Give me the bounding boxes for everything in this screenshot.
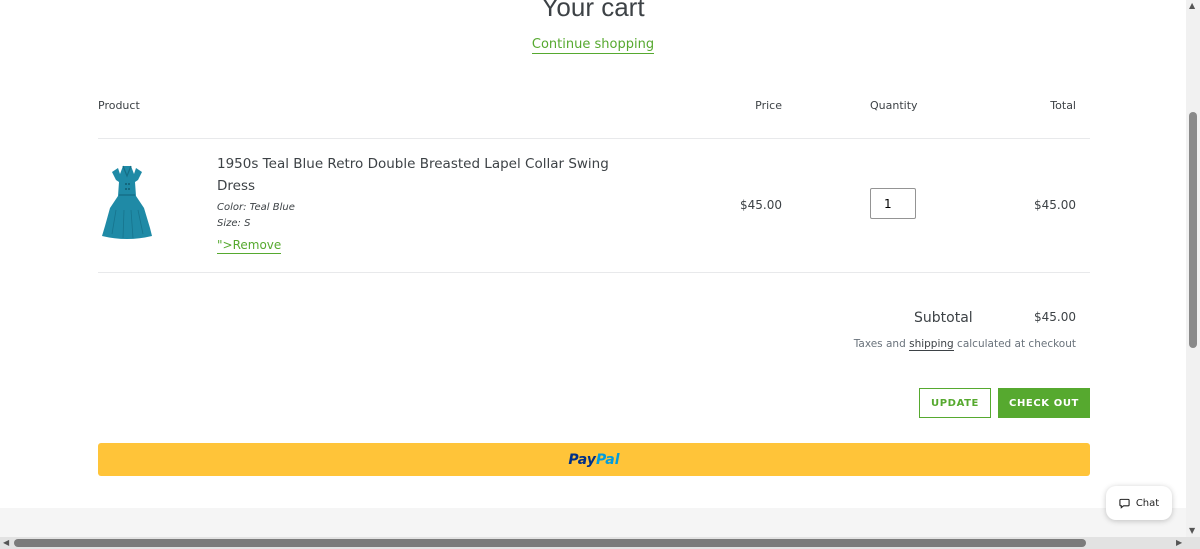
remove-link[interactable]: ">Remove <box>217 238 282 254</box>
item-total: $45.00 <box>1034 198 1076 212</box>
product-image[interactable] <box>98 162 156 242</box>
horizontal-scrollbar-thumb[interactable] <box>14 539 1086 547</box>
tax-note-after: calculated at checkout <box>953 338 1076 350</box>
item-price: $45.00 <box>740 198 782 212</box>
product-color: Color: Teal Blue <box>217 202 295 213</box>
update-button[interactable]: UPDATE <box>919 388 991 418</box>
scroll-down-arrow-icon[interactable]: ▼ <box>1189 525 1195 537</box>
vertical-scrollbar-thumb[interactable] <box>1189 112 1197 348</box>
header-total: Total <box>1050 99 1076 112</box>
paypal-button[interactable]: Pay Pal <box>98 443 1090 476</box>
tax-note-before: Taxes and <box>853 338 910 350</box>
tax-note: Taxes and shipping calculated at checkou… <box>853 338 1076 351</box>
product-size: Size: S <box>217 218 251 229</box>
table-divider-top <box>98 138 1090 139</box>
header-product: Product <box>98 99 140 112</box>
footer-strip <box>0 508 1186 537</box>
continue-shopping-container: Continue shopping <box>0 37 1186 54</box>
checkout-button[interactable]: CHECK OUT <box>998 388 1090 418</box>
scroll-up-arrow-icon[interactable]: ▲ <box>1189 0 1195 12</box>
subtotal-value: $45.00 <box>1034 310 1076 324</box>
page-title: Your cart <box>541 0 645 22</box>
chat-label: Chat <box>1135 497 1160 509</box>
scroll-right-arrow-icon[interactable]: ▶ <box>1176 537 1182 549</box>
paypal-logo-pay: Pay <box>568 451 596 468</box>
table-divider-bottom <box>98 272 1090 273</box>
cart-page: Your cart Continue shopping Product Pric… <box>0 0 1186 549</box>
vertical-scrollbar[interactable]: ▲ ▼ <box>1186 0 1200 537</box>
horizontal-scrollbar[interactable]: ◀ ▶ <box>0 537 1200 549</box>
paypal-logo-pal: Pal <box>595 451 620 468</box>
header-price: Price <box>755 99 782 112</box>
scroll-left-arrow-icon[interactable]: ◀ <box>3 537 9 549</box>
subtotal-label: Subtotal <box>914 310 973 326</box>
header-quantity: Quantity <box>870 99 918 112</box>
shipping-link[interactable]: shipping <box>909 338 954 351</box>
chat-bubble-icon <box>1119 498 1130 509</box>
continue-shopping-link[interactable]: Continue shopping <box>531 37 655 54</box>
quantity-input[interactable] <box>870 188 916 219</box>
product-name-link[interactable]: 1950s Teal Blue Retro Double Breasted La… <box>217 153 637 197</box>
chat-button[interactable]: Chat <box>1106 486 1172 520</box>
